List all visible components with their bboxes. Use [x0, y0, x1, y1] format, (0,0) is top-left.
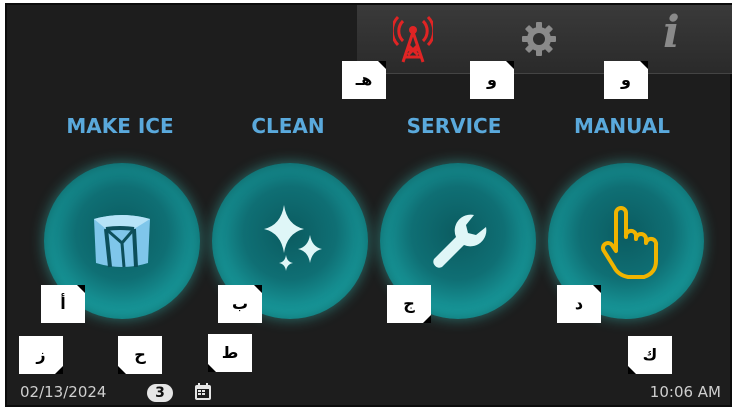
tag-info: و	[604, 61, 648, 99]
top-status-bar: i	[357, 5, 732, 74]
tag-badge: ح	[118, 336, 162, 374]
tag-make-ice: أ	[41, 285, 85, 323]
service-label: SERVICE	[406, 114, 502, 138]
tag-calendar: ط	[208, 334, 252, 372]
tag-gear: و	[470, 61, 514, 99]
tag-signal: هـ	[342, 61, 386, 99]
calendar-icon[interactable]	[193, 382, 213, 406]
info-icon[interactable]: i	[663, 9, 680, 57]
tag-clean: ب	[218, 285, 262, 323]
date-display: 02/13/2024	[20, 383, 107, 401]
tag-time: ك	[628, 336, 672, 374]
tag-manual: د	[557, 285, 601, 323]
time-display: 10:06 AM	[649, 383, 721, 401]
manual-label: MANUAL	[574, 114, 670, 138]
make-ice-label: MAKE ICE	[66, 114, 174, 138]
signal-tower-icon[interactable]	[390, 15, 436, 67]
control-panel-screen: i MAKE ICE CLEAN SERVICE MANUAL أ ب ج د …	[5, 3, 732, 407]
notification-badge[interactable]: 3	[147, 384, 173, 402]
tag-service: ج	[387, 285, 431, 323]
tag-date: ز	[19, 336, 63, 374]
clean-label: CLEAN	[251, 114, 325, 138]
gear-icon[interactable]	[521, 21, 557, 61]
